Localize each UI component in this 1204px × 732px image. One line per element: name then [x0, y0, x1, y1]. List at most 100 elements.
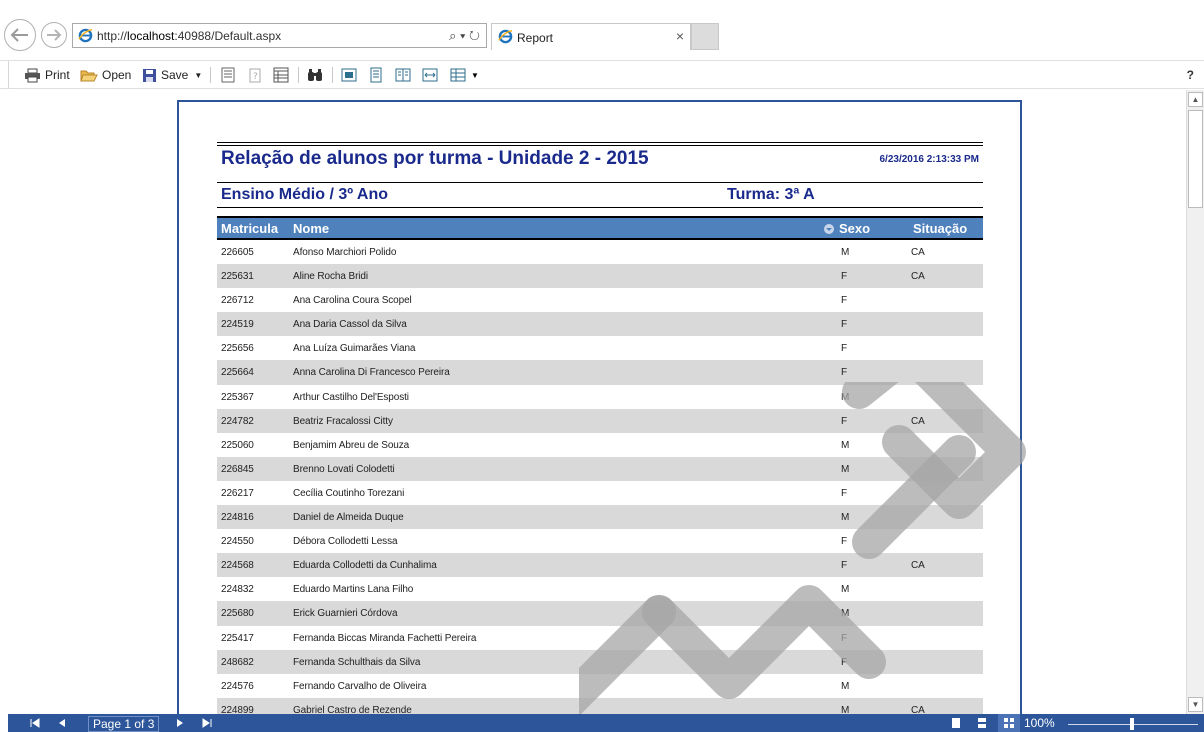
grid-mode-icon: [1004, 718, 1014, 728]
cell-nome: Fernanda Biccas Miranda Fachetti Pereira: [293, 632, 477, 644]
sort-icon[interactable]: [823, 223, 835, 238]
scroll-thumb[interactable]: [1188, 110, 1203, 208]
cell-nome: Débora Collodetti Lessa: [293, 536, 398, 548]
cell-sexo: M: [841, 439, 850, 451]
browser-chrome: http://localhost:40988/Default.aspx ⌕ ▾ …: [0, 0, 1204, 60]
print-button[interactable]: Print: [24, 66, 70, 84]
table-row: 225664 Anna Carolina Di Francesco Pereira…: [217, 360, 983, 385]
table-row: 226605 Afonso Marchiori Polido M CA: [217, 240, 983, 264]
forward-button[interactable]: [41, 22, 67, 48]
column-header-nome[interactable]: Nome: [293, 221, 329, 236]
binoculars-search-icon[interactable]: [307, 67, 323, 83]
cell-sexo: M: [841, 512, 850, 524]
tab-report[interactable]: Report ×: [491, 23, 691, 50]
cell-situacao: CA: [911, 247, 925, 258]
previous-page-icon[interactable]: [58, 718, 66, 728]
zoom-layout-icon[interactable]: [450, 67, 466, 83]
table-row: 224519 Ana Daria Cassol da Silva F: [217, 312, 983, 337]
printer-icon: [25, 68, 40, 82]
cell-matricula: 225680: [221, 608, 254, 620]
page-indicator[interactable]: Page 1 of 3: [88, 716, 160, 732]
cell-nome: Ana Luíza Guimarães Viana: [293, 343, 416, 355]
table-row: 224832 Eduardo Martins Lana Filho M: [217, 577, 983, 601]
chevron-down-icon[interactable]: ▼: [471, 71, 479, 80]
arrow-right-icon: [47, 29, 62, 41]
svg-text:?: ?: [253, 72, 258, 82]
floppy-disk-icon: [143, 68, 156, 82]
table-row: 226712 Ana Carolina Coura Scopel F: [217, 288, 983, 312]
cell-sexo: F: [841, 560, 848, 572]
cell-matricula: 225060: [221, 439, 254, 451]
url-text: http://localhost:40988/Default.aspx: [97, 29, 282, 43]
address-bar[interactable]: http://localhost:40988/Default.aspx ⌕ ▾ …: [72, 23, 487, 48]
cell-nome: Eduardo Martins Lana Filho: [293, 584, 414, 596]
cell-sexo: F: [841, 536, 848, 548]
toolbar-separator: [210, 67, 211, 83]
toolbar-separator: [298, 67, 299, 83]
cell-nome: Ana Carolina Coura Scopel: [293, 295, 412, 307]
back-button[interactable]: [4, 19, 36, 51]
cell-nome: Fernanda Schulthais da Silva: [293, 656, 421, 668]
cell-sexo: F: [841, 656, 848, 668]
cell-nome: Afonso Marchiori Polido: [293, 247, 397, 258]
continuous-mode-icon[interactable]: [976, 717, 988, 729]
column-header-matricula[interactable]: Matricula: [221, 221, 278, 236]
cell-sexo: F: [841, 632, 848, 644]
cell-matricula: 224550: [221, 536, 254, 548]
table-row: 225631 Aline Rocha Bridi F CA: [217, 264, 983, 289]
new-tab-button[interactable]: [691, 23, 719, 50]
single-page-mode-icon[interactable]: [950, 717, 962, 729]
close-icon[interactable]: ×: [676, 28, 684, 44]
ie-logo-icon: [498, 29, 513, 44]
multiple-pages-icon[interactable]: [273, 67, 289, 83]
cell-matricula: 224782: [221, 415, 254, 427]
cell-nome: Erick Guarnieri Córdova: [293, 608, 398, 620]
scroll-down-icon[interactable]: ▼: [1188, 697, 1203, 712]
table-row: 248682 Fernanda Schulthais da Silva F: [217, 649, 983, 674]
column-header-sexo[interactable]: Sexo: [839, 221, 870, 236]
cell-matricula: 226712: [221, 295, 254, 307]
fit-page-icon[interactable]: [422, 67, 438, 83]
cell-situacao: CA: [911, 560, 925, 572]
cell-matricula: 226217: [221, 487, 254, 499]
cell-sexo: M: [841, 584, 850, 596]
document-map-icon[interactable]: [220, 67, 236, 83]
table-row: 226845 Brenno Lovati Colodetti M: [217, 456, 983, 481]
cell-matricula: 225367: [221, 391, 254, 403]
tab-title: Report: [517, 31, 554, 45]
first-page-icon[interactable]: [30, 718, 40, 728]
cell-nome: Beatriz Fracalossi Citty: [293, 415, 393, 427]
grid-mode-button[interactable]: [998, 714, 1020, 732]
two-pages-icon[interactable]: [395, 67, 411, 83]
scroll-up-icon[interactable]: ▲: [1188, 92, 1203, 107]
cell-situacao: CA: [911, 415, 925, 427]
cell-matricula: 224519: [221, 319, 254, 331]
parameters-icon[interactable]: ?: [247, 67, 263, 83]
help-button[interactable]: ?: [1187, 68, 1194, 82]
cell-situacao: CA: [911, 704, 925, 714]
report-viewer: Relação de alunos por turma - Unidade 2 …: [0, 90, 1186, 714]
open-button[interactable]: Open: [80, 66, 131, 84]
table-row: 225680 Erick Guarnieri Córdova M: [217, 601, 983, 626]
table-row: 225417 Fernanda Biccas Miranda Fachetti P…: [217, 626, 983, 650]
next-page-icon[interactable]: [176, 718, 184, 728]
cell-matricula: 224816: [221, 512, 254, 524]
cell-nome: Brenno Lovati Colodetti: [293, 463, 395, 475]
zoom-slider-thumb[interactable]: [1130, 718, 1134, 730]
section-rule: [217, 182, 983, 183]
single-page-view-icon[interactable]: [341, 67, 357, 83]
cell-sexo: M: [841, 608, 850, 620]
cell-matricula: 248682: [221, 656, 254, 668]
save-button[interactable]: Save ▼: [142, 66, 202, 84]
vertical-scrollbar[interactable]: ▲ ▼: [1186, 90, 1204, 714]
cell-matricula: 225656: [221, 343, 254, 355]
cell-nome: Aline Rocha Bridi: [293, 271, 369, 283]
search-refresh-icons[interactable]: ⌕ ▾ ↻: [449, 28, 480, 44]
cell-nome: Ana Daria Cassol da Silva: [293, 319, 407, 331]
top-rule: [217, 145, 983, 146]
report-title: Relação de alunos por turma - Unidade 2 …: [221, 148, 649, 169]
page-width-icon[interactable]: [368, 67, 384, 83]
last-page-icon[interactable]: [202, 718, 212, 728]
column-header-situacao[interactable]: Situação: [913, 221, 967, 236]
cell-sexo: F: [841, 319, 848, 331]
